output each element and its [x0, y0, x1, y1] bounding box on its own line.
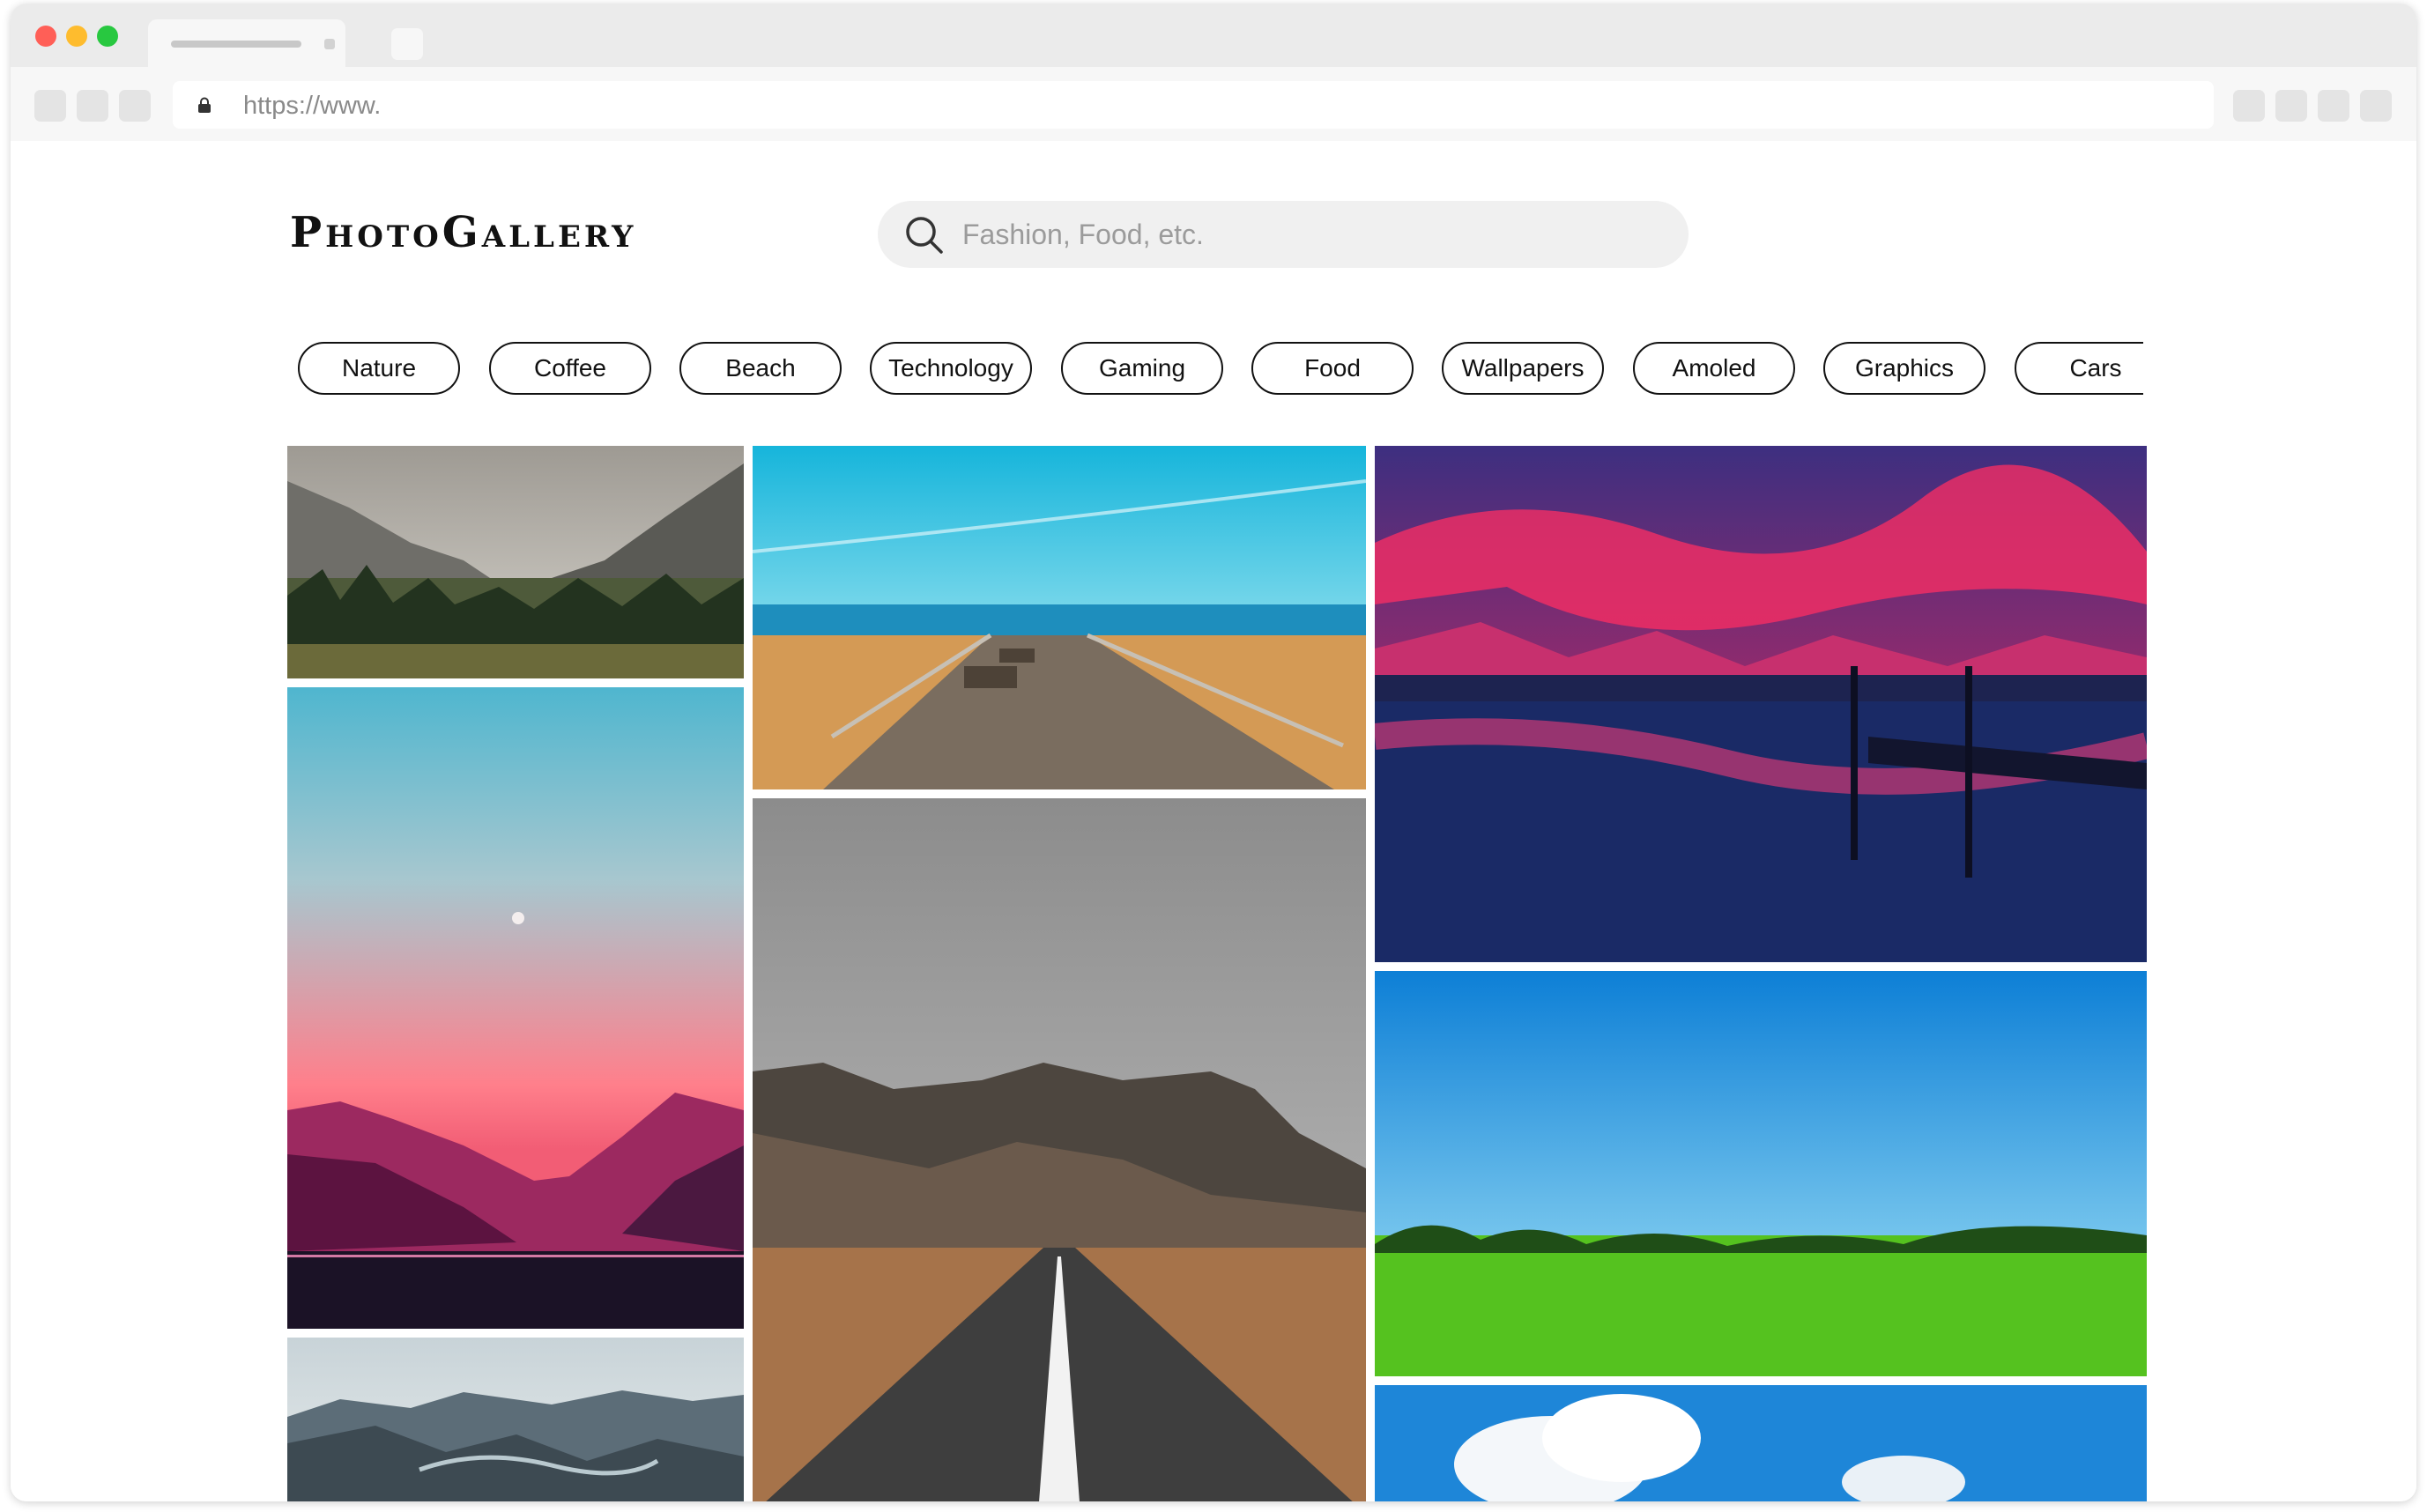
- gallery-photo-mountain-road[interactable]: [753, 798, 1366, 1501]
- search-bar[interactable]: [878, 201, 1689, 268]
- gallery-photo-clouds-sky[interactable]: [1375, 1385, 2147, 1501]
- gallery-photo-green-field[interactable]: [1375, 971, 2147, 1376]
- close-window-button[interactable]: [35, 26, 56, 47]
- category-chip-nature[interactable]: Nature: [298, 342, 460, 395]
- category-chip-beach[interactable]: Beach: [679, 342, 842, 395]
- search-input[interactable]: [962, 201, 1659, 268]
- minimize-window-button[interactable]: [66, 26, 87, 47]
- extension-button[interactable]: [2318, 90, 2349, 122]
- browser-chrome: https://www.: [11, 4, 2416, 141]
- gallery-page: PhotoGallery Nature Coffee Beach Technol…: [11, 141, 2416, 1501]
- extension-button[interactable]: [2275, 90, 2307, 122]
- category-chip-graphics[interactable]: Graphics: [1823, 342, 1985, 395]
- extension-button[interactable]: [2360, 90, 2392, 122]
- reload-button[interactable]: [119, 90, 151, 122]
- site-logo[interactable]: PhotoGallery: [290, 208, 636, 257]
- browser-window: https://www. PhotoGallery Nature Coffee …: [11, 4, 2416, 1501]
- forward-button[interactable]: [77, 90, 108, 122]
- category-bar: Nature Coffee Beach Technology Gaming Fo…: [287, 342, 2143, 397]
- extension-button[interactable]: [2233, 90, 2265, 122]
- category-chip-technology[interactable]: Technology: [870, 342, 1032, 395]
- search-icon[interactable]: [904, 215, 945, 256]
- category-chip-wallpapers[interactable]: Wallpapers: [1442, 342, 1604, 395]
- back-button[interactable]: [34, 90, 66, 122]
- gallery-photo-river-valley[interactable]: [287, 1338, 744, 1501]
- gallery-photo-mountain-valley[interactable]: [287, 446, 744, 678]
- maximize-window-button[interactable]: [97, 26, 118, 47]
- tab-title-placeholder: [171, 41, 301, 48]
- new-tab-button[interactable]: [391, 28, 423, 60]
- browser-tab[interactable]: [148, 19, 345, 67]
- gallery-photo-pink-sunset-mountains[interactable]: [287, 687, 744, 1329]
- tab-close-icon[interactable]: [324, 39, 335, 49]
- category-chip-cars[interactable]: Cars: [2015, 342, 2143, 395]
- category-chip-gaming[interactable]: Gaming: [1061, 342, 1223, 395]
- gallery-photo-pier-beach[interactable]: [753, 446, 1366, 789]
- browser-toolbar: https://www.: [11, 67, 2416, 141]
- gallery-photo-lake-sunset[interactable]: [1375, 446, 2147, 962]
- address-bar[interactable]: https://www.: [173, 81, 2214, 129]
- category-chip-food[interactable]: Food: [1251, 342, 1414, 395]
- url-text: https://www.: [243, 92, 382, 120]
- lock-icon: [197, 97, 212, 113]
- category-chip-coffee[interactable]: Coffee: [489, 342, 651, 395]
- category-chip-amoled[interactable]: Amoled: [1633, 342, 1795, 395]
